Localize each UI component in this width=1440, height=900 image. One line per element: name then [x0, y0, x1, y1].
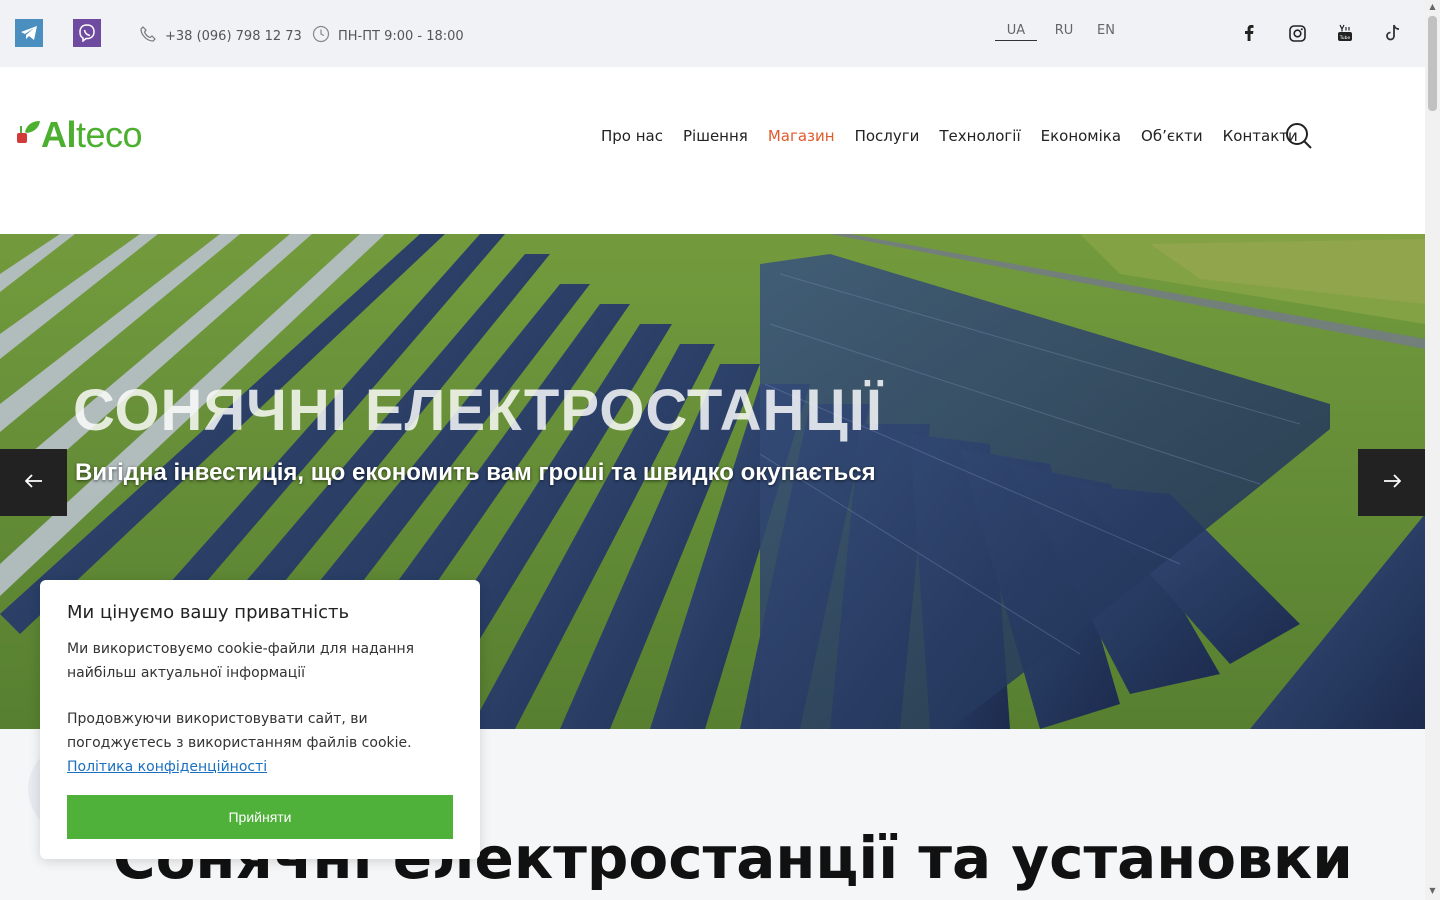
hero-title: СОНЯЧНІ ЕЛЕКТРОСТАНЦІЇ: [73, 378, 883, 443]
facebook-icon[interactable]: [1238, 22, 1260, 44]
top-bar: +38 (096) 798 12 73 ПН-ПТ 9:00 - 18:00 U…: [0, 0, 1425, 67]
scroll-up-icon[interactable]: ▲: [1428, 2, 1437, 12]
cookie-banner: Ми цінуємо вашу приватність Ми використо…: [40, 580, 480, 859]
scroll-down-icon[interactable]: ▼: [1428, 886, 1437, 896]
leaf-logo-icon: [15, 118, 41, 152]
clock-icon: [312, 25, 330, 47]
hours-text: ПН-ПТ 9:00 - 18:00: [338, 28, 464, 44]
site-header: Alteco Про нас Рішення Магазин Послуги Т…: [0, 67, 1425, 234]
nav-services[interactable]: Послуги: [855, 127, 920, 145]
slider-next-button[interactable]: [1358, 449, 1425, 516]
nav-about[interactable]: Про нас: [601, 127, 663, 145]
search-icon[interactable]: [1285, 122, 1313, 150]
logo-text: Alteco: [41, 114, 143, 155]
lang-ua[interactable]: UA: [995, 23, 1037, 41]
hero-subtitle: Вигідна інвестиція, що економить вам гро…: [75, 459, 876, 486]
scroll-thumb[interactable]: [1428, 16, 1437, 111]
slider-prev-button[interactable]: [0, 449, 67, 516]
tiktok-icon[interactable]: [1382, 22, 1404, 44]
nav-shop[interactable]: Магазин: [768, 127, 835, 145]
main-nav: Про нас Рішення Магазин Послуги Технолог…: [601, 127, 1298, 145]
phone-contact[interactable]: +38 (096) 798 12 73: [139, 25, 302, 47]
nav-economics[interactable]: Економіка: [1041, 127, 1121, 145]
cookie-title: Ми цінуємо вашу приватність: [67, 602, 350, 623]
lang-ru[interactable]: RU: [1049, 23, 1079, 41]
cookie-text-2: Продовжуючи використовувати сайт, ви пог…: [67, 711, 412, 775]
social-links: Tube: [1238, 22, 1404, 44]
youtube-icon[interactable]: Tube: [1334, 22, 1356, 44]
viber-icon[interactable]: [73, 19, 101, 47]
language-switcher: UA RU EN: [995, 23, 1121, 41]
page-scrollbar[interactable]: ▲ ▼: [1425, 0, 1440, 900]
arrow-left-icon: [24, 473, 43, 492]
nav-solutions[interactable]: Рішення: [683, 127, 748, 145]
telegram-icon[interactable]: [15, 19, 43, 47]
nav-technologies[interactable]: Технології: [939, 127, 1020, 145]
logo[interactable]: Alteco: [15, 114, 143, 155]
instagram-icon[interactable]: [1286, 22, 1308, 44]
nav-projects[interactable]: Об’єкти: [1141, 127, 1203, 145]
phone-icon: [139, 25, 157, 47]
lang-en[interactable]: EN: [1091, 23, 1121, 41]
arrow-right-icon: [1383, 473, 1401, 492]
working-hours: ПН-ПТ 9:00 - 18:00: [312, 25, 464, 47]
privacy-policy-link[interactable]: Політика конфіденційності: [67, 759, 267, 775]
accept-cookies-button[interactable]: Прийняти: [67, 795, 453, 839]
svg-text:Tube: Tube: [1339, 35, 1351, 41]
cookie-text-1: Ми використовуємо cookie-файли для надан…: [67, 641, 415, 681]
phone-number[interactable]: +38 (096) 798 12 73: [165, 29, 302, 44]
